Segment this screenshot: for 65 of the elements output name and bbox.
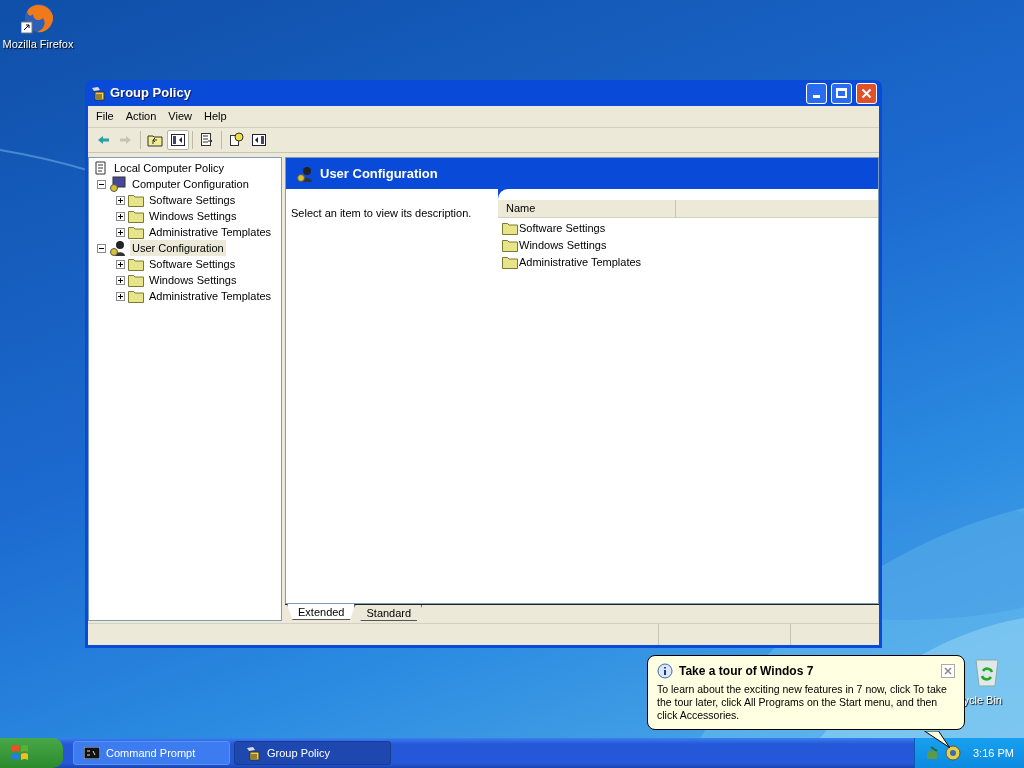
view-tab[interactable]: Standard [355,605,423,621]
collapse-icon[interactable] [97,179,106,189]
close-icon [944,667,952,675]
tree-item[interactable]: Windows Settings [147,207,239,225]
tree-item[interactable]: Software Settings [147,255,238,273]
windows-logo-icon [10,744,30,762]
console-icon [84,747,100,759]
browser-globe-icon[interactable] [21,2,55,36]
close-button[interactable] [941,664,955,678]
folder-icon [128,289,144,303]
folder-icon [502,256,518,269]
menu-item[interactable]: File [90,108,120,125]
user-icon [109,240,127,256]
balloon-title: Take a tour of Windos 7 [679,663,815,680]
tree-item[interactable]: User Configuration [130,239,226,257]
close-icon [861,87,872,99]
user-icon [296,165,314,182]
tray-circle-icon[interactable] [945,745,961,761]
desktop-icon-label[interactable]: Mozilla Firefox [2,36,74,53]
balloon-text: To learn about the exciting new features in 7 now, click To take the tour later, click All Programs on the Start menu, and then click Accessories. [657,683,948,722]
expand-icon[interactable] [116,291,125,301]
folder-icon [128,273,144,287]
computer-icon [109,176,127,192]
list-item[interactable]: Administrative Templates [519,254,642,271]
policy-icon [245,745,261,761]
menu-item[interactable]: View [162,108,198,125]
minimize-button[interactable] [806,82,827,104]
clock: 3:16 PM [973,745,1014,761]
tree-toolbar-button[interactable] [167,130,189,150]
up-icon [147,132,163,148]
policy-scroll-icon [93,160,109,176]
expand-icon[interactable] [116,259,125,269]
folder-icon [502,222,518,235]
expand-icon[interactable] [116,227,125,237]
tree-icon [170,132,186,148]
taskbar-button[interactable]: Group Policy [234,741,391,765]
folder-icon [128,209,144,223]
expand-icon[interactable] [116,275,125,285]
window-title: Group Policy [110,84,192,103]
taskbar-button[interactable]: Command Prompt [73,741,230,765]
policy-icon [90,85,106,101]
tree-item[interactable]: Local Computer Policy [112,159,227,177]
list-item[interactable]: Windows Settings [519,237,607,254]
menu-item[interactable]: Action [119,108,163,125]
tree-item[interactable]: Administrative Templates [147,223,274,241]
collapse-icon[interactable] [97,243,106,253]
export-icon [199,132,215,148]
view-tab[interactable]: Extended [287,604,356,620]
folder-icon [128,193,144,207]
tree-item[interactable]: Software Settings [147,191,238,209]
maximize-button[interactable] [831,82,852,104]
tree-item[interactable]: Administrative Templates [147,287,274,305]
description-text: Select an item to view its description. [291,206,473,221]
details-title: User Configuration [320,164,438,183]
tree-item[interactable]: Computer Configuration [130,175,251,193]
pane-icon [251,132,267,148]
folder-icon [502,239,518,252]
expand-icon[interactable] [116,195,125,205]
menu-item[interactable]: Help [197,108,233,125]
help-icon [228,132,244,148]
info-icon [657,663,673,679]
start-button[interactable] [0,738,63,768]
list-item[interactable]: Software Settings [519,220,606,237]
expand-icon[interactable] [116,211,125,221]
tree-item[interactable]: Windows Settings [147,271,239,289]
